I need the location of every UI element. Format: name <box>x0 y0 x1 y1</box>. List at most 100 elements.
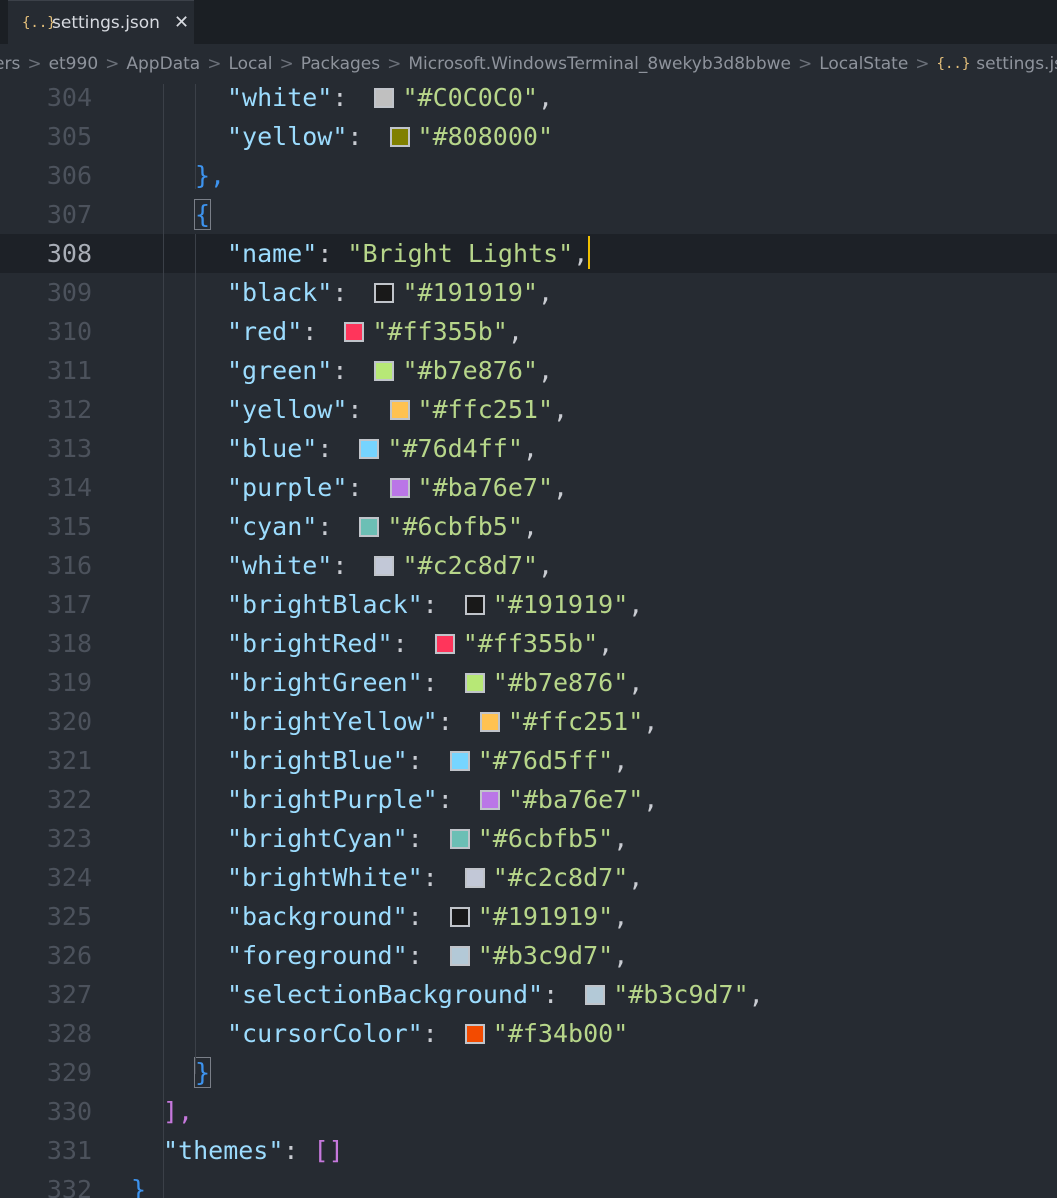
color-swatch[interactable] <box>344 322 365 342</box>
color-swatch[interactable] <box>464 1024 485 1044</box>
breadcrumb-item[interactable]: et990 <box>49 54 99 74</box>
code-text: "brightRed": "#ff355b", <box>227 624 613 663</box>
code-line[interactable]: 308 "name": "Bright Lights", <box>0 234 1057 273</box>
color-swatch[interactable] <box>374 88 395 108</box>
colon: : <box>347 473 378 502</box>
close-icon[interactable]: ✕ <box>174 12 189 33</box>
line-number: 305 <box>46 122 92 151</box>
json-value: "#ba76e7" <box>507 785 644 814</box>
code-line[interactable]: 310 "red": "#ff355b", <box>0 312 1057 351</box>
code-text: "yellow": "#ffc251", <box>227 390 568 429</box>
code-line[interactable]: 306}, <box>0 156 1057 195</box>
code-line[interactable]: 330], <box>0 1092 1057 1131</box>
colon: : <box>332 278 363 307</box>
code-line[interactable]: 327 "selectionBackground": "#b3c9d7", <box>0 975 1057 1014</box>
code-line[interactable]: 304 "white": "#C0C0C0", <box>0 84 1057 117</box>
color-swatch[interactable] <box>479 790 500 810</box>
code-line[interactable]: 320 "brightYellow": "#ffc251", <box>0 702 1057 741</box>
color-swatch[interactable] <box>479 712 500 732</box>
code-text: "cyan": "#6cbfb5", <box>227 507 538 546</box>
line-number: 309 <box>46 278 92 307</box>
code-line[interactable]: 328 "cursorColor": "#f34b00" <box>0 1014 1057 1053</box>
code-line[interactable]: 326 "foreground": "#b3c9d7", <box>0 936 1057 975</box>
breadcrumb-file[interactable]: settings.json <box>976 54 1057 74</box>
code-text: "white": "#C0C0C0", <box>227 84 553 117</box>
json-value: "#C0C0C0" <box>402 84 538 112</box>
breadcrumb-item[interactable]: Packages <box>301 54 380 74</box>
color-swatch[interactable] <box>359 439 380 459</box>
comma: , <box>628 668 644 697</box>
code-editor[interactable]: 304 "white": "#C0C0C0", 305 "yellow": "#808… <box>0 84 1057 1198</box>
code-line[interactable]: 331 "themes": [] <box>0 1131 1057 1170</box>
text-cursor <box>588 236 591 269</box>
color-swatch[interactable] <box>449 829 470 849</box>
code-line[interactable]: 318 "brightRed": "#ff355b", <box>0 624 1057 663</box>
tab-bar: {..} settings.json ✕ <box>0 0 1057 44</box>
color-swatch[interactable] <box>449 946 470 966</box>
json-value: "Bright Lights" <box>347 239 574 268</box>
code-line[interactable]: 323 "brightCyan": "#6cbfb5", <box>0 819 1057 858</box>
code-line[interactable]: 309 "black": "#191919", <box>0 273 1057 312</box>
colon: : <box>317 512 348 541</box>
code-line[interactable]: 307 { <box>0 195 1057 234</box>
color-swatch[interactable] <box>374 283 395 303</box>
color-swatch[interactable] <box>389 478 410 498</box>
colon: : <box>422 1019 453 1048</box>
code-text: } <box>131 1170 146 1198</box>
code-text: } <box>193 1053 212 1092</box>
color-swatch[interactable] <box>374 556 395 576</box>
tab-settings-json[interactable]: {..} settings.json ✕ <box>8 0 194 44</box>
breadcrumb-item[interactable]: ers <box>0 54 20 74</box>
color-swatch[interactable] <box>449 751 470 771</box>
color-swatch[interactable] <box>464 595 485 615</box>
code-text: "black": "#191919", <box>227 273 553 312</box>
code-line[interactable]: 324 "brightWhite": "#c2c8d7", <box>0 858 1057 897</box>
breadcrumb-item[interactable]: AppData <box>126 54 200 74</box>
code-line[interactable]: 311 "green": "#b7e876", <box>0 351 1057 390</box>
code-text: "red": "#ff355b", <box>227 312 523 351</box>
code-line[interactable]: 325 "background": "#191919", <box>0 897 1057 936</box>
color-swatch[interactable] <box>374 361 395 381</box>
code-line[interactable]: 316 "white": "#c2c8d7", <box>0 546 1057 585</box>
code-line[interactable]: 305 "yellow": "#808000" <box>0 117 1057 156</box>
code-line[interactable]: 321 "brightBlue": "#76d5ff", <box>0 741 1057 780</box>
breadcrumb-item[interactable]: LocalState <box>819 54 908 74</box>
code-text: }, <box>195 156 225 195</box>
colon: : <box>392 629 423 658</box>
json-key: "brightBlack" <box>227 590 423 619</box>
code-text: "brightCyan": "#6cbfb5", <box>227 819 628 858</box>
bracket-token: } <box>193 1057 212 1088</box>
code-text: { <box>193 195 212 234</box>
code-line[interactable]: 332} <box>0 1170 1057 1198</box>
code-line[interactable]: 312 "yellow": "#ffc251", <box>0 390 1057 429</box>
color-swatch[interactable] <box>389 400 410 420</box>
code-line[interactable]: 315 "cyan": "#6cbfb5", <box>0 507 1057 546</box>
colon: : <box>283 1136 314 1165</box>
code-line[interactable]: 319 "brightGreen": "#b7e876", <box>0 663 1057 702</box>
code-line[interactable]: 322 "brightPurple": "#ba76e7", <box>0 780 1057 819</box>
code-line[interactable]: 329} <box>0 1053 1057 1092</box>
comma: , <box>537 551 553 580</box>
color-swatch[interactable] <box>585 985 606 1005</box>
breadcrumb-item[interactable]: Local <box>228 54 272 74</box>
breadcrumb-item[interactable]: Microsoft.WindowsTerminal_8wekyb3d8bbwe <box>408 54 791 74</box>
code-text: "selectionBackground": "#b3c9d7", <box>227 975 764 1014</box>
comma: , <box>553 473 569 502</box>
code-line[interactable]: 313 "blue": "#76d4ff", <box>0 429 1057 468</box>
line-number: 307 <box>46 200 92 229</box>
color-swatch[interactable] <box>464 868 485 888</box>
comma: , <box>522 434 538 463</box>
color-swatch[interactable] <box>434 634 455 654</box>
comma: , <box>748 980 764 1009</box>
json-key: "brightWhite" <box>227 863 423 892</box>
json-key: "name" <box>227 239 318 268</box>
code-line[interactable]: 317 "brightBlack": "#191919", <box>0 585 1057 624</box>
color-swatch[interactable] <box>389 127 410 147</box>
color-swatch[interactable] <box>449 907 470 927</box>
json-key: "brightRed" <box>227 629 393 658</box>
code-line[interactable]: 314 "purple": "#ba76e7", <box>0 468 1057 507</box>
color-swatch[interactable] <box>464 673 485 693</box>
json-key: "yellow" <box>227 122 348 151</box>
json-key: "green" <box>227 356 333 385</box>
color-swatch[interactable] <box>359 517 380 537</box>
